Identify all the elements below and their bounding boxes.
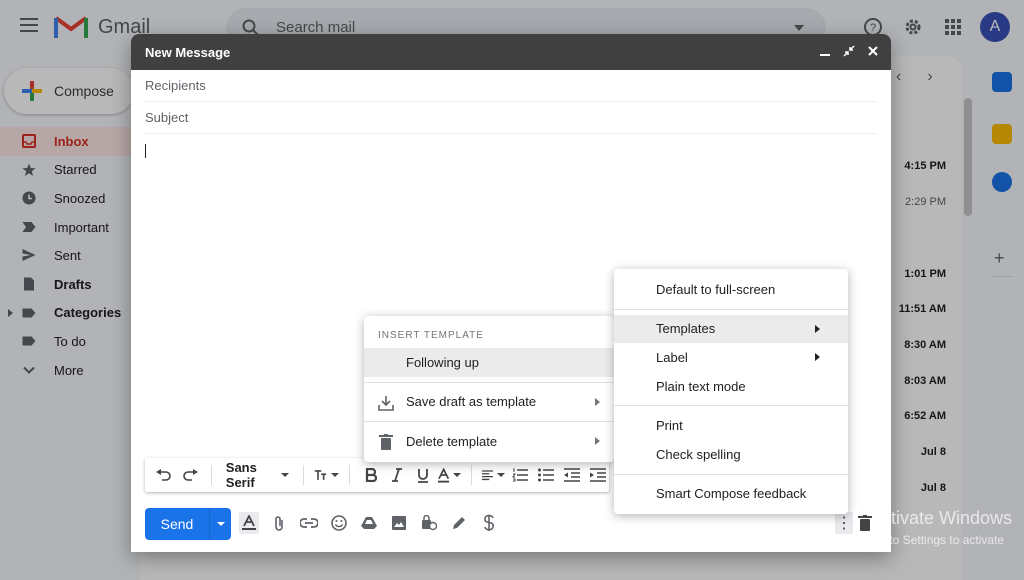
insert-link-icon[interactable] bbox=[299, 512, 319, 534]
indent-less-icon[interactable] bbox=[561, 463, 583, 487]
send-group: Send bbox=[145, 508, 231, 540]
chevron-right-icon bbox=[815, 324, 820, 333]
align-icon[interactable] bbox=[481, 463, 506, 487]
activate-windows-watermark: Activate Windows Go to Settings to activ… bbox=[870, 508, 1012, 547]
insert-photo-icon[interactable] bbox=[389, 512, 409, 534]
bulleted-list-icon[interactable] bbox=[535, 463, 557, 487]
more-options-menu: Default to full-screen Templates Label P… bbox=[614, 269, 848, 515]
formatting-options-icon[interactable] bbox=[239, 512, 259, 534]
recipients-field[interactable]: Recipients bbox=[145, 70, 877, 102]
emoji-icon[interactable] bbox=[329, 512, 349, 534]
compose-header: New Message bbox=[131, 34, 891, 70]
watermark-title: Activate Windows bbox=[870, 508, 1013, 528]
confidential-mode-icon[interactable] bbox=[419, 512, 439, 534]
menu-item-default-full-screen[interactable]: Default to full-screen bbox=[614, 275, 848, 304]
menu-item-print[interactable]: Print bbox=[614, 411, 848, 440]
trash-icon bbox=[379, 434, 393, 451]
chevron-right-icon bbox=[595, 397, 600, 406]
menu-item-templates[interactable]: Templates bbox=[614, 314, 848, 344]
chevron-down-icon bbox=[452, 473, 461, 477]
text-size-icon[interactable] bbox=[314, 463, 339, 487]
menu-item-label: Default to full-screen bbox=[656, 281, 776, 297]
menu-divider bbox=[614, 473, 848, 475]
subject-placeholder: Subject bbox=[145, 110, 189, 125]
redo-icon[interactable] bbox=[179, 463, 201, 487]
toolbar-divider bbox=[211, 465, 212, 485]
chevron-down-icon bbox=[216, 522, 225, 526]
menu-item-label: Check spelling bbox=[656, 446, 741, 462]
download-icon bbox=[378, 395, 394, 411]
formatting-toolbar: Sans Serif bbox=[145, 458, 609, 492]
toolbar-divider bbox=[303, 465, 304, 485]
menu-item-delete-template[interactable]: Delete template bbox=[364, 427, 614, 456]
subject-field[interactable]: Subject bbox=[145, 102, 877, 134]
bold-icon[interactable] bbox=[360, 463, 382, 487]
chevron-down-icon bbox=[497, 473, 506, 477]
chevron-down-icon bbox=[330, 473, 339, 477]
google-drive-icon[interactable] bbox=[359, 512, 379, 534]
menu-item-label: Label bbox=[656, 349, 688, 365]
menu-item-label: Save draft as template bbox=[406, 394, 537, 410]
menu-heading: INSERT TEMPLATE bbox=[378, 329, 484, 341]
font-select-value: Sans Serif bbox=[225, 460, 257, 490]
font-select[interactable]: Sans Serif bbox=[222, 460, 293, 490]
menu-item-label: Templates bbox=[656, 321, 716, 337]
menu-item-label-submenu[interactable]: Label bbox=[614, 343, 848, 372]
chevron-right-icon bbox=[595, 437, 600, 446]
menu-item-check-spelling[interactable]: Check spelling bbox=[614, 440, 848, 469]
menu-divider bbox=[614, 308, 848, 310]
menu-item-label: Smart Compose feedback bbox=[656, 486, 807, 502]
text-cursor bbox=[145, 144, 146, 158]
more-options-icon[interactable]: ⋮ bbox=[835, 512, 853, 534]
undo-icon[interactable] bbox=[153, 463, 175, 487]
menu-divider bbox=[614, 405, 848, 407]
close-icon[interactable] bbox=[867, 45, 879, 57]
toolbar-divider bbox=[470, 465, 472, 485]
indent-more-icon[interactable] bbox=[587, 463, 609, 487]
menu-item-following-up[interactable]: Following up bbox=[364, 348, 614, 377]
menu-item-plain-text-mode[interactable]: Plain text mode bbox=[614, 372, 848, 401]
toolbar-divider bbox=[348, 465, 350, 485]
signature-pen-icon[interactable] bbox=[449, 512, 469, 534]
minimize-icon[interactable] bbox=[819, 45, 831, 57]
menu-item-label: Following up bbox=[406, 354, 479, 370]
menu-item-save-draft-as-template[interactable]: Save draft as template bbox=[364, 388, 614, 417]
send-button[interactable]: Send bbox=[145, 508, 209, 540]
exit-full-screen-icon[interactable] bbox=[843, 45, 855, 57]
chevron-right-icon bbox=[815, 353, 820, 362]
numbered-list-icon[interactable] bbox=[509, 463, 531, 487]
template-submenu: INSERT TEMPLATE Following up Save draft … bbox=[364, 316, 614, 462]
underline-icon[interactable] bbox=[412, 463, 434, 487]
dollar-icon[interactable] bbox=[479, 512, 499, 534]
menu-divider bbox=[364, 381, 614, 383]
text-color-icon[interactable] bbox=[437, 463, 461, 487]
recipients-placeholder: Recipients bbox=[145, 78, 206, 93]
menu-item-label: Print bbox=[656, 418, 683, 434]
menu-divider bbox=[364, 421, 614, 423]
send-options-button[interactable] bbox=[209, 508, 231, 540]
menu-item-label: Delete template bbox=[406, 433, 498, 449]
compose-bottom-toolbar bbox=[239, 512, 499, 534]
compose-title: New Message bbox=[145, 44, 231, 60]
italic-icon[interactable] bbox=[386, 463, 408, 487]
watermark-subtitle: Go to Settings to activate bbox=[870, 533, 1005, 547]
chevron-down-icon bbox=[281, 473, 290, 477]
menu-item-smart-compose-feedback[interactable]: Smart Compose feedback bbox=[614, 480, 848, 509]
attach-file-icon[interactable] bbox=[269, 512, 289, 534]
menu-item-label: Plain text mode bbox=[656, 378, 746, 394]
